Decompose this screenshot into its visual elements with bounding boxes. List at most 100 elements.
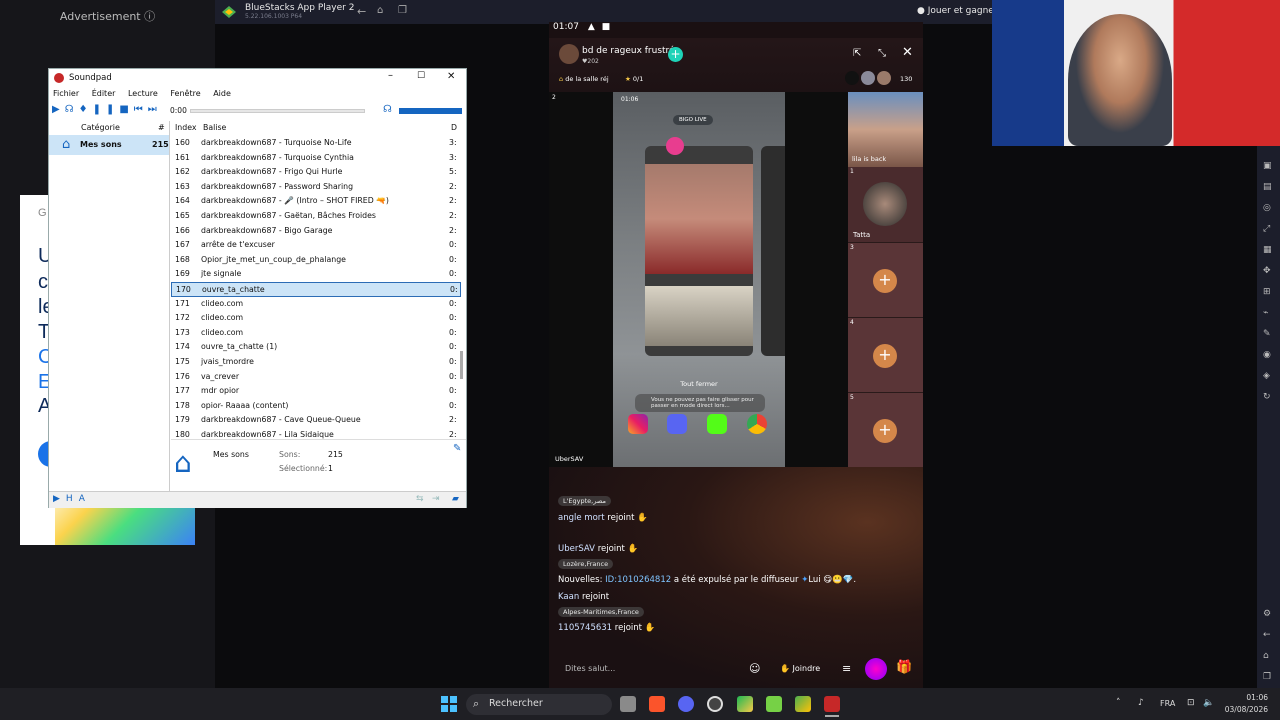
soundpad-taskbar-icon[interactable] [824,696,840,712]
auto-icon[interactable]: A [79,494,91,504]
viewer-avatar[interactable] [845,71,859,85]
forward-icon[interactable]: ⇥ [432,494,440,504]
index-header[interactable]: Index [175,123,196,132]
empty-seat[interactable]: 5 + [848,392,923,467]
obs-icon[interactable] [707,696,723,712]
table-row[interactable]: 173 clideo.com 0: [171,326,461,341]
seek-bar[interactable] [190,109,365,113]
app-icon[interactable] [766,696,782,712]
tool-icon[interactable]: ✥ [1263,261,1272,282]
previous-icon[interactable]: ⏮ [134,104,148,115]
clock-date[interactable]: 03/08/2026 [1220,705,1268,714]
main-video[interactable]: 2 01:06 BIGO LIVE Tout fermer Vous ne po… [549,92,848,467]
tool-icon[interactable]: ◉ [1263,345,1272,366]
follow-button[interactable]: + [668,47,683,62]
settings-icon[interactable]: ⚙ [1263,604,1271,625]
table-row[interactable]: 164 darkbreakdown687 - 🎤 (Intro – SHOT FI… [171,194,461,209]
wrench-icon[interactable]: ✎ [453,443,461,454]
repeat-icon[interactable]: ⇆ [416,494,424,504]
task-view-icon[interactable] [620,696,636,712]
chat-icon[interactable]: ▰ [452,494,459,504]
notice-id[interactable]: ID:1010264812 [605,575,671,585]
gift-icon[interactable]: 🎁 [896,660,912,675]
minimize-icon[interactable]: – [388,70,393,81]
hotkey-icon[interactable]: H [66,494,79,504]
stop-icon[interactable]: ■ [119,104,133,115]
recent-icon[interactable]: ❐ [1263,667,1271,688]
chat-input[interactable]: Dites salut... [565,664,615,673]
tool-icon[interactable]: ◈ [1263,366,1272,387]
sidebar-tools[interactable]: ▣ ▤ ◎ ⤢ ▦ ✥ ⊞ ⌁ ✎ ◉ ◈ ↻ [1263,156,1272,408]
tool-icon[interactable]: ▦ [1263,240,1272,261]
play-icon[interactable]: ▶ [53,494,66,504]
tool-icon[interactable]: ⌁ [1263,303,1272,324]
network-icon[interactable]: ⊡ [1187,698,1195,708]
close-icon[interactable]: ✕ [902,45,913,60]
table-row[interactable]: 160 darkbreakdown687 - Turquoise No-Life 3… [171,136,461,151]
join-button[interactable]: ✋ Joindre [780,664,820,673]
menu-editer[interactable]: Éditer [92,89,116,98]
table-row[interactable]: 168 Opior_jte_met_un_coup_de_phalange 0: [171,253,461,268]
table-row[interactable]: 167 arrête de t'excuser 0: [171,238,461,253]
table-row[interactable]: 170 ouvre_ta_chatte 0: [171,282,461,297]
chevron-up-icon[interactable]: ˄ [1116,698,1121,708]
chat-user[interactable]: angle mort [558,513,605,523]
emoji-button-icon[interactable]: ☺ [749,662,760,675]
menu-fichier[interactable]: Fichier [53,89,79,98]
table-row[interactable]: 174 ouvre_ta_chatte (1) 0: [171,340,461,355]
menu-fenetre[interactable]: Fenêtre [170,89,200,98]
language-indicator[interactable]: FRA [1160,699,1175,708]
table-row[interactable]: 176 va_crever 0: [171,370,461,385]
viewer-avatar[interactable] [877,71,891,85]
minimize-icon[interactable]: ⤡ [878,48,886,59]
clock-time[interactable]: 01:06 [1220,693,1268,702]
maximize-icon[interactable]: ☐ [417,71,425,81]
gift-game-icon[interactable] [865,658,887,680]
table-row[interactable]: 180 darkbreakdown687 - Lila Sidaique 2: [171,428,461,439]
back-icon[interactable]: ← [1263,625,1271,646]
reward-link[interactable]: ● Jouer et gagner [917,6,998,16]
tool-icon[interactable]: ⤢ [1263,219,1272,240]
chat-user[interactable]: UberSAV [558,544,595,554]
play-icon[interactable]: ▶ [52,104,65,115]
host-avatar[interactable] [559,44,579,64]
headset-icon[interactable]: ☊ [383,104,392,115]
table-row[interactable]: 163 darkbreakdown687 - Password Sharing 2: [171,180,461,195]
back-icon[interactable]: ← [357,5,366,18]
app-icon[interactable] [737,696,753,712]
home-icon[interactable]: ⌂ [1263,646,1271,667]
menu-lecture[interactable]: Lecture [128,89,158,98]
close-icon[interactable]: ✕ [447,71,455,82]
table-row[interactable]: 169 jte signale 0: [171,267,461,282]
table-row[interactable]: 165 darkbreakdown687 - Gaëtan, Bâches Fro… [171,209,461,224]
home-icon[interactable]: ⌂ [377,5,383,16]
windows-icon[interactable]: ❐ [398,5,407,16]
next-icon[interactable]: ⏭ [148,104,162,115]
table-row[interactable]: 177 mdr opior 0: [171,384,461,399]
table-row[interactable]: 166 darkbreakdown687 - Bigo Garage 2: [171,224,461,239]
headphones-icon[interactable]: ☊ [65,104,79,115]
empty-seat[interactable]: 4 + [848,317,923,392]
table-row[interactable]: 175 jvais_tmordre 0: [171,355,461,370]
table-row[interactable]: 179 darkbreakdown687 - Cave Queue-Queue 2: [171,413,461,428]
tool-icon[interactable]: ⊞ [1263,282,1272,303]
discord-icon[interactable] [678,696,694,712]
tool-icon[interactable]: ◎ [1263,198,1272,219]
table-row[interactable]: 171 clideo.com 0: [171,297,461,312]
tool-icon[interactable]: ▣ [1263,156,1272,177]
guest-seat-video[interactable]: lila is back [848,92,923,167]
tag-header[interactable]: Balise [203,123,226,132]
duration-header[interactable]: D [451,123,457,132]
scrollbar-thumb[interactable] [460,351,463,379]
chat-user[interactable]: Kaan [558,592,579,602]
menu-icon[interactable]: ≡ [842,662,851,675]
windows-start-icon[interactable] [441,696,457,712]
table-row[interactable]: 172 clideo.com 0: [171,311,461,326]
table-row[interactable]: 178 opior- Raaaa (content) 0: [171,399,461,414]
pause-icon[interactable]: ❚❚ [93,104,120,115]
table-row[interactable]: 161 darkbreakdown687 - Turquoise Cynthia 3… [171,151,461,166]
tool-icon[interactable]: ✎ [1263,324,1272,345]
empty-seat[interactable]: 3 + [848,242,923,317]
volume-icon[interactable]: 🔈 [1203,698,1214,708]
brave-icon[interactable] [649,696,665,712]
